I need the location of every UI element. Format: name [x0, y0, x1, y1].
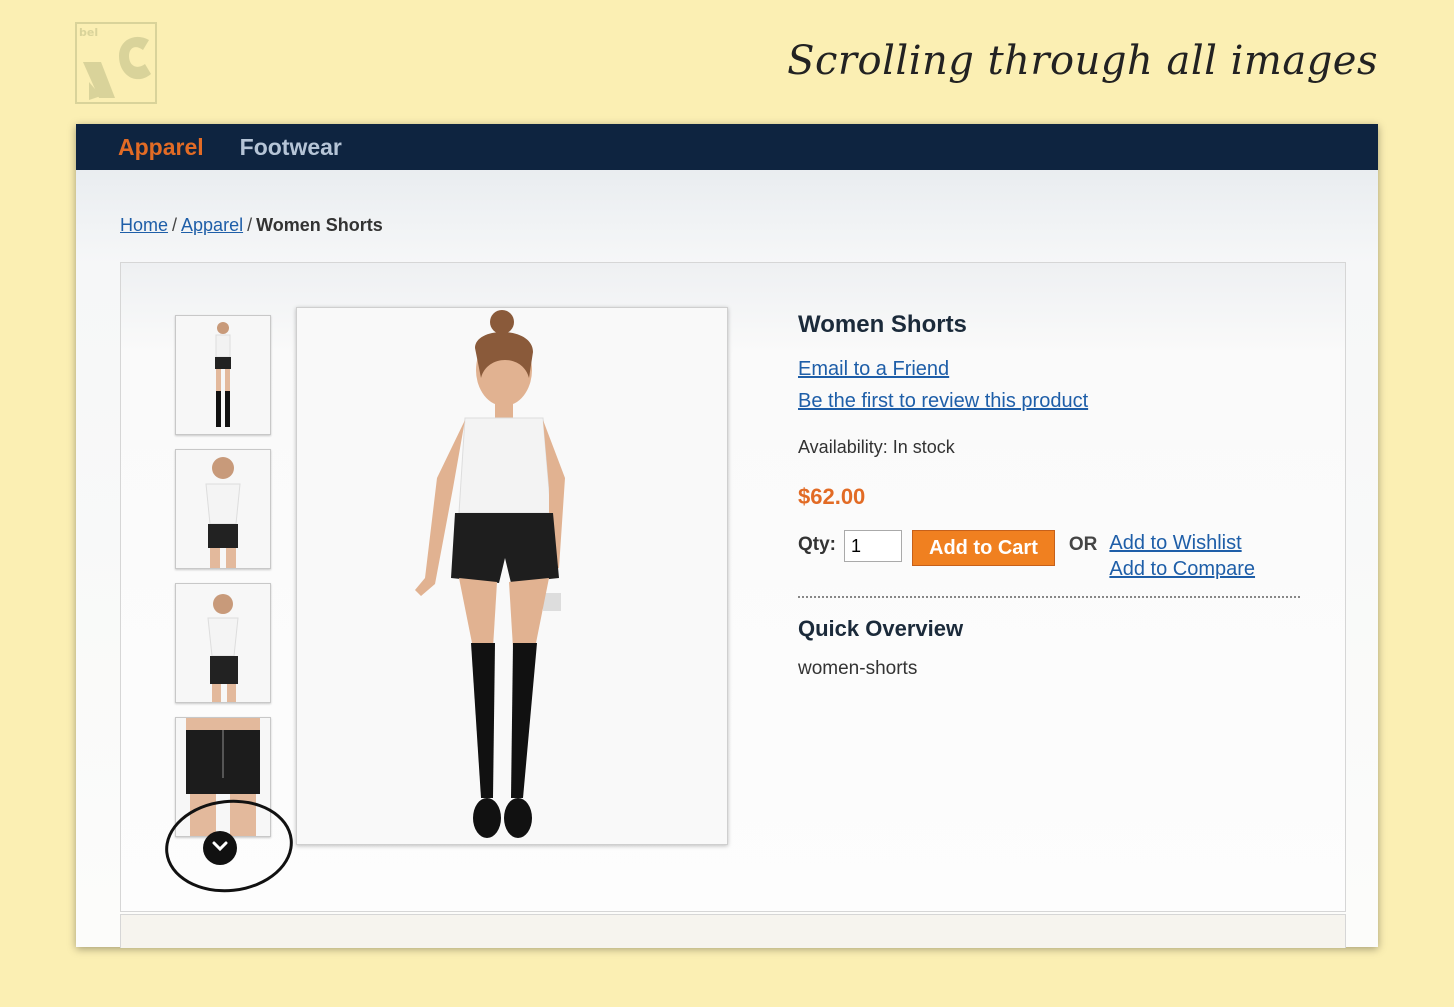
divider	[798, 596, 1300, 598]
belvg-logo-icon: bel	[75, 22, 157, 104]
add-to-wishlist-link[interactable]: Add to Wishlist	[1109, 530, 1255, 556]
thumbnail-2[interactable]	[175, 449, 271, 569]
or-label: OR	[1068, 534, 1098, 555]
email-friend-link[interactable]: Email to a Friend	[798, 353, 1318, 385]
quick-overview-title: Quick Overview	[798, 616, 964, 641]
write-review-link[interactable]: Be the first to review this product	[798, 385, 1318, 417]
add-to-cart-button[interactable]: Add to Cart	[912, 530, 1055, 566]
add-to-cart-row: Qty: Add to Cart OR Add to Wishlist Add …	[798, 530, 1318, 582]
svg-text:bel: bel	[79, 26, 98, 39]
product-price: $62.00	[798, 484, 866, 509]
store-window: Apparel Footwear Home / Apparel / Women Shor…	[76, 124, 1378, 948]
thumbnail-1[interactable]	[175, 315, 271, 435]
page-caption: Scrolling through all images	[787, 38, 1378, 84]
nav-item-footwear[interactable]: Footwear	[240, 134, 342, 161]
breadcrumb-separator: /	[172, 215, 178, 235]
lower-panel	[120, 914, 1346, 948]
breadcrumb-home-link[interactable]: Home	[120, 215, 168, 235]
breadcrumb-separator: /	[247, 215, 253, 235]
scroll-down-button[interactable]	[203, 831, 237, 865]
extra-actions: Add to Wishlist Add to Compare	[1109, 530, 1255, 582]
chevron-down-icon	[212, 839, 228, 857]
availability-text: Availability: In stock	[798, 437, 955, 457]
breadcrumb: Home / Apparel / Women Shorts	[120, 215, 383, 236]
product-info: Women Shorts Email to a Friend Be the fi…	[798, 311, 1318, 680]
add-to-compare-link[interactable]: Add to Compare	[1109, 556, 1255, 582]
breadcrumb-apparel-link[interactable]: Apparel	[181, 215, 243, 235]
product-panel: Women Shorts Email to a Friend Be the fi…	[120, 262, 1346, 912]
thumbnail-3[interactable]	[175, 583, 271, 703]
main-product-image[interactable]	[296, 307, 728, 845]
nav-item-apparel[interactable]: Apparel	[118, 134, 204, 161]
product-title: Women Shorts	[798, 311, 967, 338]
breadcrumb-current: Women Shorts	[256, 215, 383, 235]
top-navigation: Apparel Footwear	[76, 124, 1378, 170]
quick-overview-text: women-shorts	[798, 658, 918, 679]
qty-input[interactable]	[844, 530, 902, 562]
qty-label: Qty:	[798, 534, 836, 555]
